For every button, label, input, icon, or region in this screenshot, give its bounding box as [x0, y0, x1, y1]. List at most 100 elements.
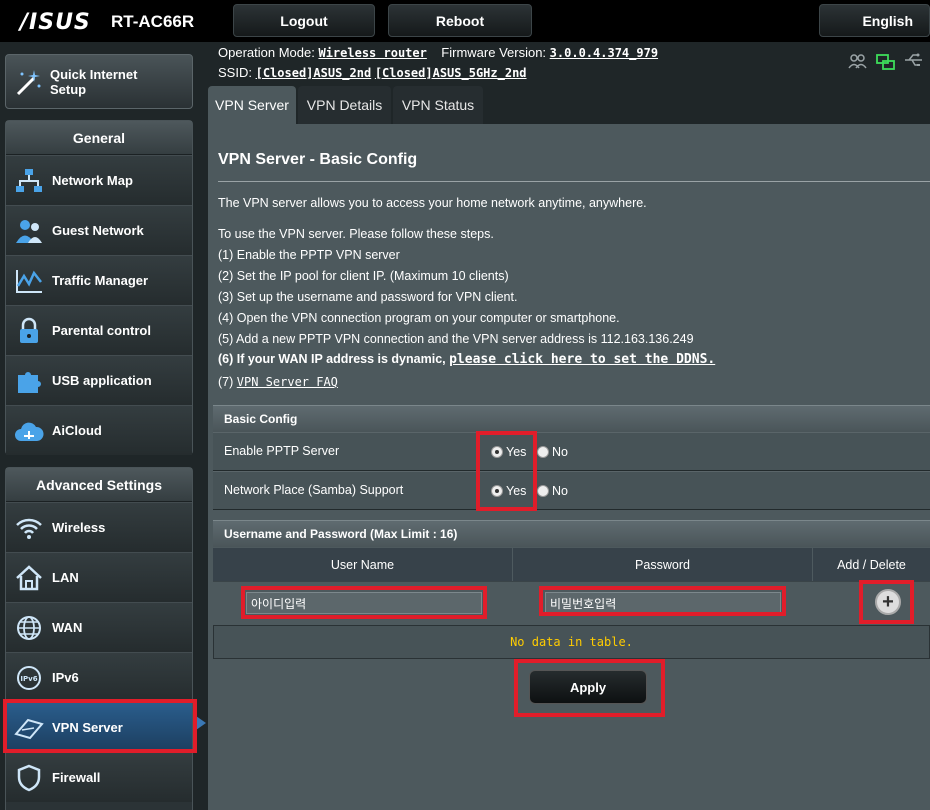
radio-label: Yes [506, 484, 527, 498]
pptp-server-row: Enable PPTP Server Yes No [213, 432, 930, 472]
status-icons [848, 53, 924, 76]
radio-label: No [552, 445, 568, 459]
ipv6-icon: IPv6 [6, 665, 52, 691]
ssid-2-link[interactable]: [Closed]ASUS_5GHz_2nd [375, 66, 527, 80]
title-divider [218, 181, 930, 182]
sidebar-item-label: Parental control [52, 323, 151, 338]
quick-internet-setup-button[interactable]: Quick Internet Setup [5, 54, 193, 109]
firmware-link[interactable]: 3.0.0.4.374_979 [550, 46, 658, 60]
network-map-icon [6, 168, 52, 194]
operation-mode-label: Operation Mode: [218, 45, 315, 60]
radio-label: No [552, 484, 568, 498]
clients-icon[interactable] [848, 53, 868, 76]
samba-yes-radio[interactable]: Yes [491, 484, 526, 498]
sidebar-item-label: AiCloud [52, 423, 102, 438]
general-menu: General Network Map Guest Network Traffi… [5, 120, 193, 455]
sidebar-item-label: VPN Server [52, 720, 123, 735]
quick-setup-label: Quick Internet Setup [50, 66, 138, 97]
pptp-yes-radio[interactable]: Yes [491, 445, 526, 459]
sidebar-item-label: USB application [52, 373, 152, 388]
lock-icon [6, 317, 52, 345]
general-menu-title: General [6, 121, 192, 155]
sidebar-item-usb-application[interactable]: USB application [6, 355, 192, 405]
no-data-message: No data in table. [213, 625, 930, 659]
top-bar: /ISUS RT-AC66R Logout Reboot English [0, 0, 930, 42]
page-title: VPN Server - Basic Config [218, 151, 418, 168]
col-add-delete: Add / Delete [837, 557, 906, 572]
sidebar-item-label: Traffic Manager [52, 273, 149, 288]
tab-vpn-server[interactable]: VPN Server [208, 86, 296, 124]
sidebar-item-aicloud[interactable]: AiCloud [6, 405, 192, 455]
cloud-icon [6, 419, 52, 443]
sidebar-item-vpn-server[interactable]: VPN Server [6, 702, 192, 752]
apply-button[interactable]: Apply [529, 670, 647, 704]
sidebar-item-wan[interactable]: WAN [6, 602, 192, 652]
network-status-icon[interactable] [876, 53, 896, 76]
intro-text: The VPN server allows you to access your… [218, 196, 647, 210]
operation-mode-line: Operation Mode: Wireless router Firmware… [218, 45, 658, 60]
pptp-no-radio[interactable]: No [537, 445, 568, 459]
magic-wand-icon [6, 60, 50, 104]
router-model: RT-AC66R [111, 12, 195, 31]
sidebar-item-label: LAN [52, 570, 79, 585]
svg-text:IPv6: IPv6 [20, 675, 37, 683]
step-1: (1) Enable the PPTP VPN server [218, 248, 400, 262]
sidebar-item-firewall[interactable]: Firewall [6, 752, 192, 802]
puzzle-icon [6, 367, 52, 395]
username-input[interactable] [246, 592, 482, 614]
advanced-menu-title: Advanced Settings [6, 468, 192, 502]
users-header: Username and Password (Max Limit : 16) [213, 520, 930, 547]
logout-button[interactable]: Logout [233, 4, 375, 37]
firmware-label: Firmware Version: [441, 45, 547, 60]
step-3: (3) Set up the username and password for… [218, 290, 518, 304]
advanced-menu: Advanced Settings Wireless LAN WAN IPv6 … [5, 467, 193, 810]
add-user-button[interactable]: + [875, 589, 901, 615]
sidebar-item-parental-control[interactable]: Parental control [6, 305, 192, 355]
step-6-text: (6) If your WAN IP address is dynamic, [218, 352, 446, 366]
basic-config-header: Basic Config [213, 405, 930, 432]
ssid-1-link[interactable]: [Closed]ASUS_2nd [256, 66, 372, 80]
samba-no-radio[interactable]: No [537, 484, 568, 498]
step-6: (6) If your WAN IP address is dynamic, p… [218, 352, 715, 367]
pptp-server-label: Enable PPTP Server [224, 444, 340, 458]
home-icon [6, 564, 52, 591]
users-column-headers: User Name Password Add / Delete [213, 548, 930, 581]
sidebar-item-network-map[interactable]: Network Map [6, 155, 192, 205]
operation-mode-link[interactable]: Wireless router [318, 46, 426, 60]
globe-icon [6, 615, 52, 641]
traffic-manager-icon [6, 268, 52, 294]
sidebar-item-label: Guest Network [52, 223, 144, 238]
step-7-prefix: (7) [218, 375, 234, 389]
vpn-faq-link[interactable]: VPN Server FAQ [237, 375, 338, 389]
sidebar-item-lan[interactable]: LAN [6, 552, 192, 602]
radio-unselected-icon [537, 446, 549, 458]
reboot-button[interactable]: Reboot [388, 4, 532, 37]
step-7: (7) VPN Server FAQ [218, 375, 338, 389]
step-5: (5) Add a new PPTP VPN connection and th… [218, 332, 694, 346]
usb-icon[interactable] [904, 53, 924, 76]
samba-support-row: Network Place (Samba) Support Yes No [213, 471, 930, 511]
ddns-link[interactable]: please click here to set the DDNS. [449, 352, 715, 367]
sidebar-item-label: Network Map [52, 173, 133, 188]
sidebar-item-label: IPv6 [52, 670, 79, 685]
wifi-icon [6, 516, 52, 540]
samba-support-label: Network Place (Samba) Support [224, 483, 404, 497]
sidebar-item-traffic-manager[interactable]: Traffic Manager [6, 255, 192, 305]
vpn-icon [6, 716, 52, 740]
ssid-line: SSID: [Closed]ASUS_2nd [Closed]ASUS_5GHz… [218, 65, 527, 80]
language-selector[interactable]: English [819, 4, 930, 37]
sidebar-item-label: WAN [52, 620, 83, 635]
sidebar-item-label: Firewall [52, 770, 101, 785]
steps-intro: To use the VPN server. Please follow the… [218, 227, 494, 241]
tab-vpn-details[interactable]: VPN Details [298, 86, 391, 124]
sidebar-item-wireless[interactable]: Wireless [6, 502, 192, 552]
radio-label: Yes [506, 445, 527, 459]
sidebar-item-guest-network[interactable]: Guest Network [6, 205, 192, 255]
sidebar-item-ipv6[interactable]: IPv6 IPv6 [6, 652, 192, 702]
plus-icon: + [882, 591, 894, 613]
password-input[interactable] [545, 592, 781, 614]
active-menu-arrow-icon [196, 716, 206, 730]
tab-vpn-status[interactable]: VPN Status [393, 86, 483, 124]
ssid-label: SSID: [218, 65, 252, 80]
step-4: (4) Open the VPN connection program on y… [218, 311, 620, 325]
